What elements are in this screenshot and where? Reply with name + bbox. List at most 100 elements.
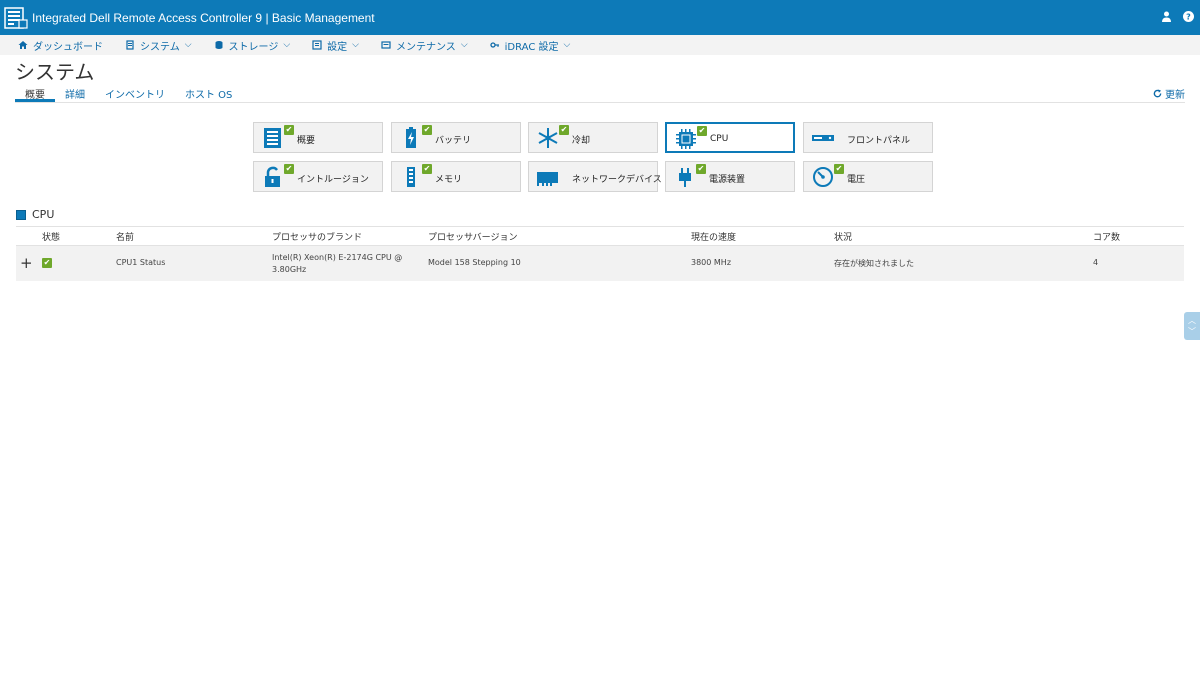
section-header: CPU — [16, 208, 54, 221]
chevron-down-icon: ⌵ — [460, 40, 468, 50]
tile-battery[interactable]: ✔ バッテリ — [391, 122, 521, 153]
cooling-icon — [538, 128, 558, 148]
refresh-button[interactable]: 更新 — [1153, 86, 1185, 101]
scroll-control: ︿ ﹀ — [1184, 312, 1200, 340]
column-header[interactable]: 名前 — [116, 230, 134, 243]
chevron-down-icon: ⌵ — [283, 40, 291, 50]
top-bar: Integrated Dell Remote Access Controller… — [0, 0, 1200, 35]
tile-cpu[interactable]: ✔ CPU — [665, 122, 795, 153]
memory-icon — [407, 167, 415, 187]
nav-dashboard[interactable]: ダッシュボード — [18, 38, 103, 53]
check-icon: ✔ — [284, 164, 294, 174]
tile-power-supply[interactable]: ✔ 電源装置 — [665, 161, 795, 192]
refresh-label: 更新 — [1165, 90, 1185, 101]
chevron-down-icon: ⌵ — [563, 40, 571, 50]
tile-battery-label: バッテリ — [435, 136, 472, 146]
tile-front-panel[interactable]: フロントパネル — [803, 122, 933, 153]
cpu-name: CPU1 Status — [116, 258, 166, 267]
nav-storage[interactable]: ストレージ ⌵ — [214, 38, 291, 53]
tile-voltage-label: 電圧 — [847, 175, 866, 185]
tile-power-supply-label: 電源装置 — [709, 175, 746, 185]
column-header[interactable]: コア数 — [1093, 230, 1120, 243]
nav-idrac-settings-label: iDRAC 設定 — [504, 41, 559, 53]
tab-summary[interactable]: 概要 — [15, 84, 55, 102]
battery-icon — [406, 127, 416, 148]
nav-idrac-settings[interactable]: iDRAC 設定 ⌵ — [489, 38, 571, 53]
tile-cooling[interactable]: ✔ 冷却 — [528, 122, 658, 153]
tile-voltage[interactable]: ✔ 電圧 — [803, 161, 933, 192]
nav-system[interactable]: システム ⌵ — [125, 38, 192, 53]
column-header[interactable]: 状況 — [834, 230, 852, 243]
table-row: + ✔ CPU1 Status Intel(R) Xeon(R) E-2174G… — [16, 246, 1184, 281]
nav-maintenance[interactable]: メンテナンス ⌵ — [381, 38, 468, 53]
check-icon: ✔ — [696, 164, 706, 174]
column-header[interactable]: プロセッサバージョン — [428, 230, 517, 243]
page-title: システム — [15, 62, 95, 84]
help-icon[interactable]: ? — [1182, 10, 1194, 22]
expand-row-icon[interactable]: + — [20, 254, 33, 272]
tile-network-device[interactable]: ネットワークデバイス — [528, 161, 662, 192]
summary-icon — [264, 128, 281, 148]
user-icon[interactable] — [1160, 10, 1172, 22]
column-header[interactable]: 状態 — [42, 230, 60, 243]
nav-system-label: システム — [140, 41, 180, 53]
tile-intrusion-label: イントルージョン — [297, 175, 369, 185]
front-panel-icon — [812, 135, 834, 141]
cpu-icon — [16, 209, 26, 220]
nav-maintenance-label: メンテナンス — [396, 41, 456, 53]
main-nav: ダッシュボード システム ⌵ ストレージ ⌵ 設定 ⌵ メンテナンス ⌵ iDR… — [0, 35, 1200, 55]
tile-front-panel-label: フロントパネル — [847, 136, 911, 146]
check-icon: ✔ — [559, 125, 569, 135]
chevron-down-icon: ⌵ — [184, 40, 192, 50]
cpu-version: Model 158 Stepping 10 — [428, 258, 521, 267]
cpu-brand: Intel(R) Xeon(R) E-2174G CPU @ 3.80GHz — [272, 253, 403, 274]
check-icon: ✔ — [834, 164, 844, 174]
cpu-table: 状態 名前 プロセッサのブランド プロセッサバージョン 現在の速度 状況 コア数… — [16, 226, 1184, 281]
tab-host-os[interactable]: ホスト OS — [175, 84, 242, 102]
power-supply-icon — [679, 168, 691, 187]
column-header[interactable]: プロセッサのブランド — [272, 230, 362, 243]
tile-network-device-label: ネットワークデバイス — [572, 175, 662, 185]
check-icon: ✔ — [42, 258, 52, 268]
storage-icon — [215, 41, 223, 49]
nav-settings[interactable]: 設定 ⌵ — [312, 38, 359, 53]
check-icon: ✔ — [422, 125, 432, 135]
server-icon — [126, 40, 134, 50]
maintenance-icon — [381, 41, 391, 49]
check-icon: ✔ — [422, 164, 432, 174]
cpu-icon — [676, 129, 696, 149]
nav-storage-label: ストレージ — [228, 41, 279, 53]
home-icon — [18, 41, 28, 49]
cpu-cores: 4 — [1093, 258, 1099, 267]
tile-memory[interactable]: ✔ メモリ — [391, 161, 521, 192]
tile-summary[interactable]: ✔ 概要 — [253, 122, 383, 153]
tab-details[interactable]: 詳細 — [55, 84, 95, 102]
key-icon — [489, 42, 499, 48]
scroll-down-icon[interactable]: ﹀ — [1188, 327, 1196, 336]
tile-memory-label: メモリ — [435, 175, 463, 185]
table-header: 状態 名前 プロセッサのブランド プロセッサバージョン 現在の速度 状況 コア数 — [16, 227, 1184, 246]
tile-cooling-label: 冷却 — [572, 136, 591, 146]
intrusion-icon — [265, 166, 280, 187]
chevron-down-icon: ⌵ — [352, 40, 359, 50]
column-header[interactable]: 現在の速度 — [691, 230, 736, 243]
check-icon: ✔ — [697, 126, 707, 136]
refresh-icon — [1153, 89, 1162, 98]
app-title: Integrated Dell Remote Access Controller… — [32, 10, 375, 25]
nav-settings-label: 設定 — [327, 41, 348, 53]
tile-summary-label: 概要 — [297, 136, 316, 146]
scroll-up-icon[interactable]: ︿ — [1188, 316, 1196, 325]
svg-text:?: ? — [1186, 12, 1191, 21]
cpu-status: 存在が検知されました — [834, 259, 914, 268]
section-title: CPU — [32, 208, 55, 221]
tab-inventory[interactable]: インベントリ — [95, 84, 175, 102]
voltage-icon — [813, 167, 833, 187]
nav-dashboard-label: ダッシュボード — [33, 41, 103, 53]
tile-cpu-label: CPU — [710, 134, 729, 144]
tile-intrusion[interactable]: ✔ イントルージョン — [253, 161, 383, 192]
network-device-icon — [537, 172, 558, 186]
settings-icon — [312, 40, 322, 50]
tab-bar: 概要 詳細 インベントリ ホスト OS — [15, 84, 1185, 103]
cpu-speed: 3800 MHz — [691, 258, 732, 267]
check-icon: ✔ — [284, 125, 294, 135]
